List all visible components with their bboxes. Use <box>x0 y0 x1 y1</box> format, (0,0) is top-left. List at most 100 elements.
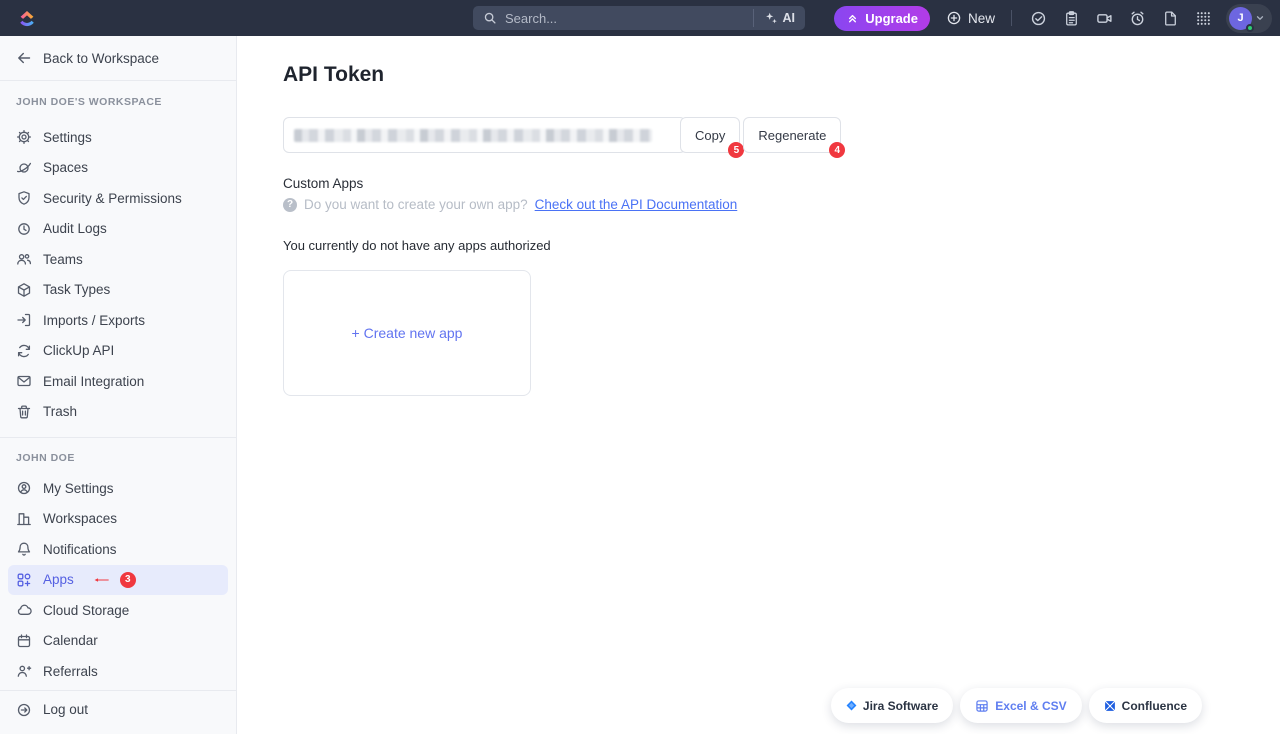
bell-icon <box>16 541 32 557</box>
sidebar-item-spaces[interactable]: Spaces <box>0 153 236 184</box>
clickup-settings-page: AI Upgrade New <box>0 0 1280 734</box>
confluence-button[interactable]: Confluence <box>1089 688 1202 723</box>
sidebar-item-label: Audit Logs <box>43 221 107 236</box>
video-icon[interactable] <box>1096 10 1113 27</box>
sidebar-item-label: Teams <box>43 252 83 267</box>
sidebar-item-label: ClickUp API <box>43 343 114 358</box>
clock-icon <box>16 221 32 237</box>
sidebar-item-apps[interactable]: Apps 3 <box>8 565 228 596</box>
excel-csv-button[interactable]: Excel & CSV <box>960 688 1081 723</box>
calendar-icon <box>16 633 32 649</box>
logout-label: Log out <box>43 702 88 717</box>
search-bar[interactable]: AI <box>473 6 805 30</box>
check-circle-icon[interactable] <box>1030 10 1047 27</box>
confluence-icon <box>1104 700 1116 712</box>
sidebar-item-label: Trash <box>43 404 77 419</box>
settings-sidebar: Back to Workspace JOHN DOE'S WORKSPACE S… <box>0 36 237 734</box>
user-menu[interactable]: J <box>1226 4 1272 33</box>
arrow-left-icon <box>16 50 32 66</box>
api-token-field[interactable] <box>283 117 686 153</box>
clipboard-icon[interactable] <box>1063 10 1080 27</box>
annotation-arrow-icon <box>93 572 109 588</box>
search-icon <box>483 11 497 25</box>
sidebar-item-label: Spaces <box>43 160 88 175</box>
logout-button[interactable]: Log out <box>0 691 236 729</box>
user-circle-icon <box>16 480 32 496</box>
api-documentation-link[interactable]: Check out the API Documentation <box>535 197 738 212</box>
sidebar-item-label: Apps <box>43 572 74 587</box>
page-title: API Token <box>283 62 1280 88</box>
avatar-initial: J <box>1237 12 1243 24</box>
sidebar-item-audit-logs[interactable]: Audit Logs <box>0 214 236 245</box>
back-to-workspace[interactable]: Back to Workspace <box>0 36 236 81</box>
create-app-card[interactable]: + Create new app <box>283 270 531 396</box>
jira-icon <box>846 700 857 711</box>
pill-label: Confluence <box>1122 699 1187 713</box>
sidebar-item-label: Settings <box>43 130 92 145</box>
sidebar-item-teams[interactable]: Teams <box>0 244 236 275</box>
users-icon <box>16 251 32 267</box>
copy-button[interactable]: Copy 5 <box>680 117 740 153</box>
sync-icon <box>16 343 32 359</box>
custom-apps-title: Custom Apps <box>283 177 1280 191</box>
jira-software-button[interactable]: Jira Software <box>831 688 953 723</box>
new-button[interactable]: New <box>946 10 995 26</box>
sidebar-item-task-types[interactable]: Task Types <box>0 275 236 306</box>
ai-label: AI <box>783 11 796 25</box>
shield-icon <box>16 190 32 206</box>
sidebar-item-label: Email Integration <box>43 374 144 389</box>
regenerate-label: Regenerate <box>758 128 826 143</box>
back-label: Back to Workspace <box>43 51 159 66</box>
clickup-logo-icon[interactable] <box>16 7 38 29</box>
custom-apps-help: ? Do you want to create your own app? Ch… <box>283 197 1280 212</box>
sidebar-item-settings[interactable]: Settings <box>0 122 236 153</box>
create-new-app-link[interactable]: + Create new app <box>352 325 463 341</box>
api-token-panel: API Token Copy 5 Regenerate 4 Custom App… <box>237 36 1280 734</box>
sidebar-item-workspaces[interactable]: Workspaces <box>0 504 236 535</box>
document-icon[interactable] <box>1162 10 1179 27</box>
sidebar-item-security[interactable]: Security & Permissions <box>0 183 236 214</box>
chevron-down-icon <box>1255 13 1265 23</box>
upgrade-icon <box>846 12 859 25</box>
integration-pills: Jira Software Excel & CSV Confluence <box>831 688 1202 723</box>
help-question-icon: ? <box>283 198 297 212</box>
trash-icon <box>16 404 32 420</box>
token-row: Copy 5 Regenerate 4 <box>283 117 1280 153</box>
user-plus-icon <box>16 663 32 679</box>
sidebar-item-calendar[interactable]: Calendar <box>0 626 236 657</box>
envelope-icon <box>16 373 32 389</box>
sidebar-item-imports-exports[interactable]: Imports / Exports <box>0 305 236 336</box>
regenerate-button[interactable]: Regenerate 4 <box>743 117 841 153</box>
alarm-clock-icon[interactable] <box>1129 10 1146 27</box>
sidebar-item-label: Imports / Exports <box>43 313 145 328</box>
avatar: J <box>1229 7 1252 30</box>
copy-annotation-badge: 5 <box>728 142 744 158</box>
user-section-title: JOHN DOE <box>16 452 220 464</box>
cloud-icon <box>16 602 32 618</box>
building-icon <box>16 511 32 527</box>
sidebar-item-referrals[interactable]: Referrals <box>0 656 236 687</box>
gear-icon <box>16 129 32 145</box>
app-grid-icon[interactable] <box>1195 10 1212 27</box>
online-status-dot <box>1246 24 1254 32</box>
help-text: Do you want to create your own app? <box>304 197 528 212</box>
upgrade-button[interactable]: Upgrade <box>834 6 930 31</box>
empty-apps-message: You currently do not have any apps autho… <box>283 238 1280 253</box>
topbar: AI Upgrade New <box>0 0 1280 36</box>
ai-button[interactable]: AI <box>753 9 796 27</box>
planet-icon <box>16 160 32 176</box>
sidebar-item-label: Notifications <box>43 542 117 557</box>
sidebar-item-clickup-api[interactable]: ClickUp API <box>0 336 236 367</box>
cube-icon <box>16 282 32 298</box>
sidebar-divider <box>0 437 236 438</box>
excel-icon <box>975 699 989 713</box>
sidebar-item-email-integration[interactable]: Email Integration <box>0 366 236 397</box>
sidebar-item-cloud-storage[interactable]: Cloud Storage <box>0 595 236 626</box>
sidebar-item-trash[interactable]: Trash <box>0 397 236 428</box>
sidebar-item-my-settings[interactable]: My Settings <box>0 473 236 504</box>
pill-label: Jira Software <box>863 699 938 713</box>
search-input[interactable] <box>505 11 745 26</box>
sidebar-item-notifications[interactable]: Notifications <box>0 534 236 565</box>
api-token-value-redacted <box>294 129 652 142</box>
upgrade-label: Upgrade <box>865 11 918 26</box>
